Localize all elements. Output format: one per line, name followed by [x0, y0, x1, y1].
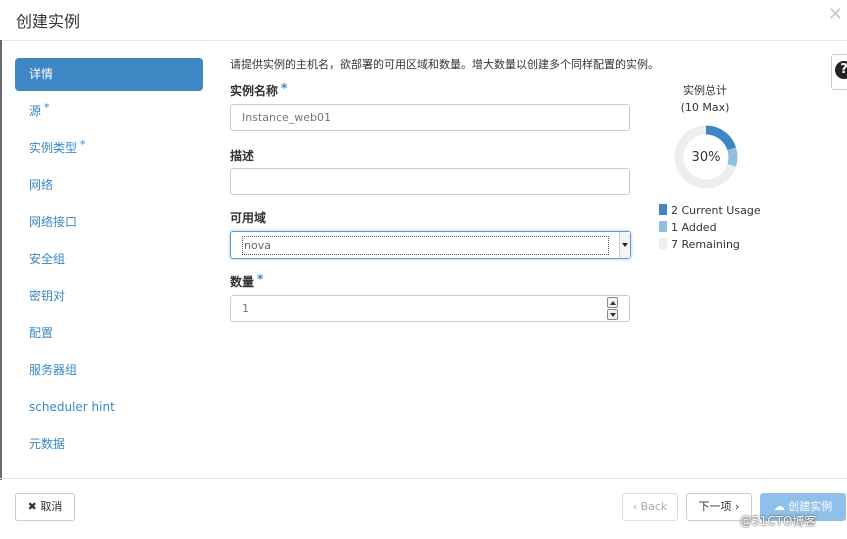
- close-icon[interactable]: ✕: [828, 4, 843, 25]
- sidebar-item-label: 详情: [29, 67, 54, 81]
- modal-header: 创建实例 ✕: [0, 0, 847, 41]
- sidebar-item-network-ports[interactable]: 网络接口: [15, 205, 203, 242]
- description-input[interactable]: [230, 168, 630, 195]
- decrement-icon[interactable]: [607, 309, 618, 320]
- sidebar-item-label: 网络: [29, 178, 54, 192]
- sidebar-item-label: 实例类型: [29, 141, 78, 155]
- required-marker: *: [257, 272, 264, 286]
- quota-title: 实例总计: [683, 84, 727, 97]
- instance-name-input[interactable]: Instance_web01: [230, 104, 630, 131]
- description-label: 描述: [230, 149, 255, 163]
- cancel-icon: ✖: [27, 500, 37, 513]
- increment-icon[interactable]: [607, 297, 618, 308]
- sidebar-item-label: 配置: [29, 326, 54, 340]
- required-marker: *: [44, 101, 50, 114]
- legend-remaining: 7 Remaining: [659, 238, 740, 252]
- legend-swatch: [659, 204, 667, 215]
- cancel-button[interactable]: ✖ 取消: [15, 493, 75, 521]
- availability-zone-value: nova: [242, 236, 609, 255]
- caret-down-icon[interactable]: [619, 232, 630, 258]
- sidebar-item-label: 服务器组: [29, 363, 78, 377]
- count-value: 1: [242, 302, 249, 315]
- legend-swatch: [659, 221, 667, 232]
- back-button[interactable]: ‹ Back: [622, 493, 678, 521]
- quota-header: 实例总计 (10 Max): [650, 82, 760, 116]
- sidebar-item-networks[interactable]: 网络: [15, 168, 203, 205]
- sidebar-item-key-pair[interactable]: 密钥对: [15, 279, 203, 316]
- modal-title: 创建实例: [16, 12, 81, 31]
- sidebar-item-label: 网络接口: [29, 215, 78, 229]
- modal-left-edge: [0, 40, 2, 480]
- legend-current-usage: 2 Current Usage: [659, 204, 761, 218]
- create-instance-modal: 创建实例 ✕ 详情 源 * 实例类型 * 网络 网络接口 安全组 密钥对 配置 服务…: [0, 0, 847, 538]
- count-label: 数量 *: [230, 272, 264, 289]
- sidebar-item-scheduler-hints[interactable]: scheduler hint: [15, 390, 203, 427]
- sidebar-item-label: 源: [29, 104, 42, 118]
- quota-max: (10 Max): [680, 101, 730, 114]
- sidebar-item-metadata[interactable]: 元数据: [15, 427, 203, 464]
- availability-zone-label: 可用域: [230, 211, 267, 225]
- sidebar-item-label: 安全组: [29, 252, 66, 266]
- sidebar-item-label: scheduler hint: [29, 400, 115, 414]
- wizard-sidebar: 详情 源 * 实例类型 * 网络 网络接口 安全组 密钥对 配置 服务器组 sche…: [15, 58, 203, 464]
- availability-zone-select[interactable]: nova: [230, 231, 631, 259]
- quota-percent: 30%: [691, 150, 721, 165]
- sidebar-item-source[interactable]: 源 *: [15, 94, 203, 131]
- sidebar-item-server-groups[interactable]: 服务器组: [15, 353, 203, 390]
- sidebar-item-label: 密钥对: [29, 289, 66, 303]
- question-icon: ?: [835, 61, 847, 79]
- help-button[interactable]: ?: [831, 54, 847, 90]
- count-stepper[interactable]: [607, 297, 619, 321]
- form-intro-text: 请提供实例的主机名，欲部署的可用区域和数量。增大数量以创建多个同样配置的实例。: [230, 58, 659, 71]
- watermark: @51CTO博客: [740, 514, 817, 528]
- count-input[interactable]: 1: [230, 295, 630, 322]
- legend-swatch: [659, 238, 667, 249]
- required-marker: *: [281, 81, 288, 95]
- sidebar-item-details[interactable]: 详情: [15, 58, 203, 91]
- sidebar-item-configuration[interactable]: 配置: [15, 316, 203, 353]
- modal-footer: ✖ 取消 ‹ Back 下一项 › ☁ 创建实例: [0, 478, 847, 539]
- sidebar-item-security-groups[interactable]: 安全组: [15, 242, 203, 279]
- sidebar-item-flavor[interactable]: 实例类型 *: [15, 131, 203, 168]
- sidebar-item-label: 元数据: [29, 437, 66, 451]
- instance-name-label: 实例名称 *: [230, 81, 288, 98]
- required-marker: *: [80, 138, 86, 151]
- legend-added: 1 Added: [659, 221, 717, 235]
